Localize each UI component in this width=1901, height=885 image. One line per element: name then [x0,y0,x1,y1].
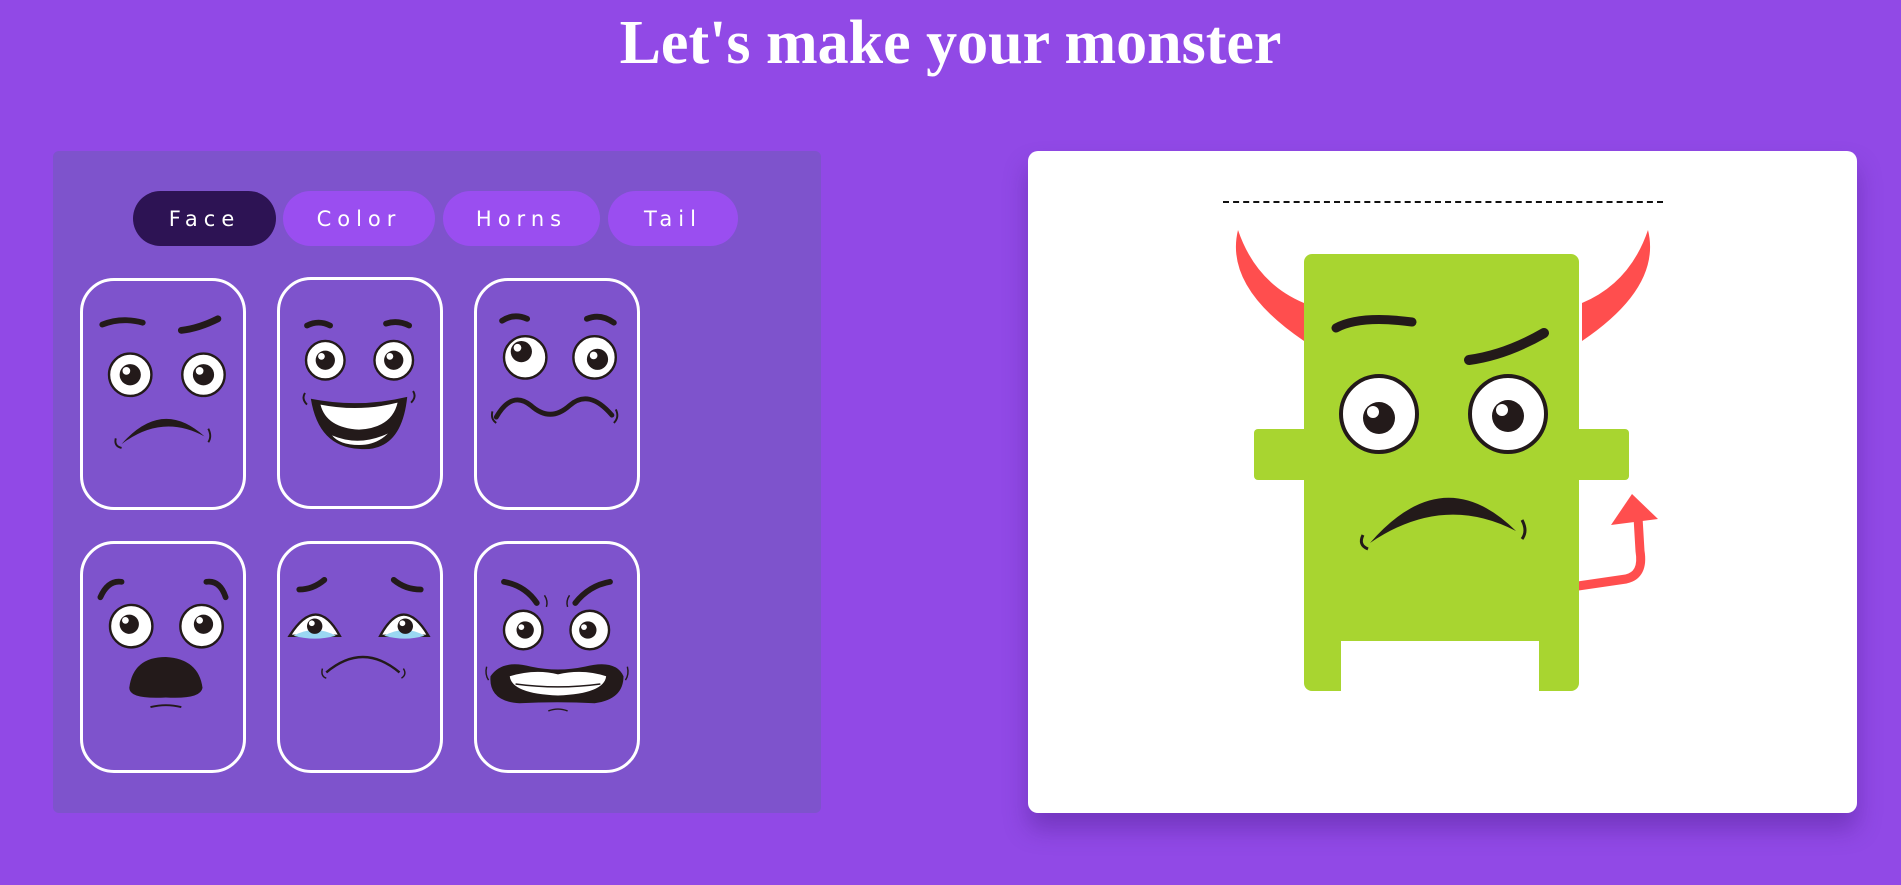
tab-color[interactable]: Color [283,191,435,246]
face-option-angry[interactable] [474,541,640,773]
page-title: Let's make your monster [619,9,1282,77]
sad-face-icon [287,577,431,679]
surprised-face-icon [97,578,229,709]
monster-body [1254,254,1629,691]
tab-horns[interactable]: Horns [443,191,600,246]
tail-tip [1611,494,1658,525]
leg-gap [1341,641,1539,693]
worried-face-icon [99,315,226,449]
monster-preview [1235,230,1658,693]
face-option-worried[interactable] [80,278,246,510]
tab-tail[interactable]: Tail [608,191,738,246]
nervous-face-icon [490,313,619,424]
face-option-happy[interactable] [277,277,443,509]
tail [1573,512,1646,591]
face-option-surprised[interactable] [80,541,246,773]
happy-face-icon [302,319,416,450]
left-horn [1235,230,1304,341]
tab-face[interactable]: Face [133,191,276,246]
face-option-sad[interactable] [277,541,443,773]
angry-face-icon [485,578,629,712]
face-option-nervous[interactable] [474,278,640,510]
monster-preview-card [1028,151,1857,813]
customizer-panel: Face Color Horns Tail [53,151,821,813]
right-horn [1582,230,1651,341]
